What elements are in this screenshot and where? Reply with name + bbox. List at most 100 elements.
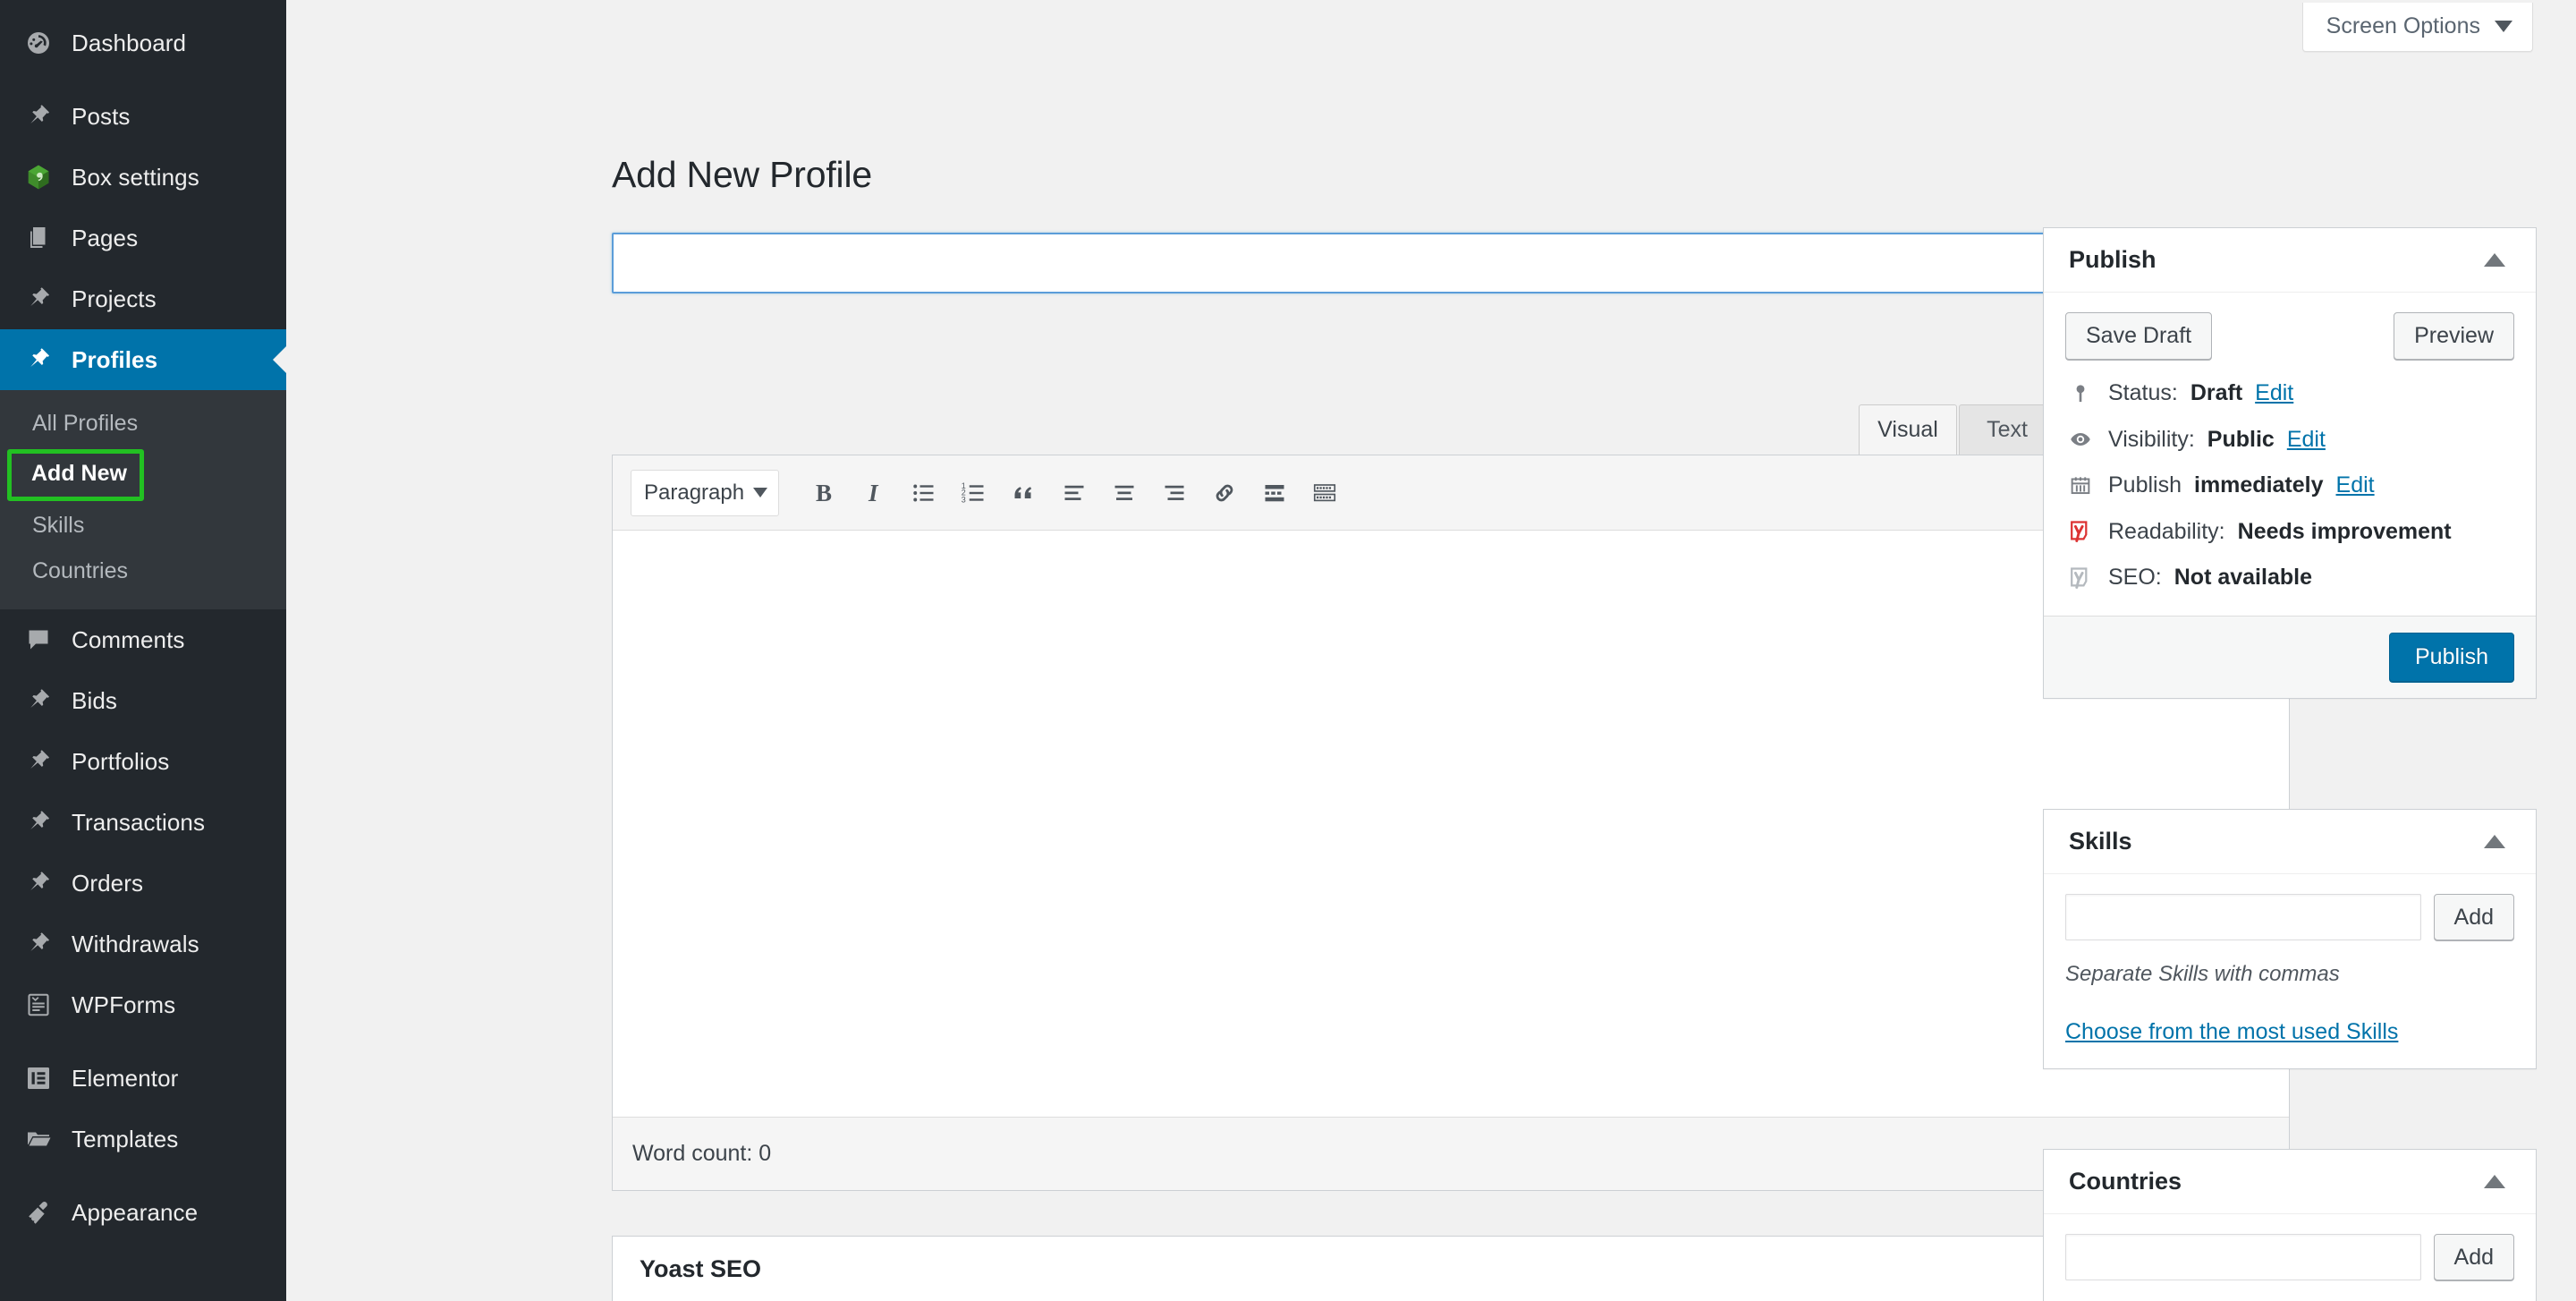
publish-status-row: Status: Draft Edit xyxy=(2044,370,2536,417)
admin-sidebar: Dashboard Posts Box settings Pages Proje… xyxy=(0,0,286,1301)
sidebar-item-posts[interactable]: Posts xyxy=(0,86,286,147)
toolbar-toggle-icon[interactable] xyxy=(1300,468,1350,518)
skills-input[interactable] xyxy=(2065,894,2421,940)
countries-add-button[interactable]: Add xyxy=(2433,1234,2514,1280)
sidebar-item-box-settings[interactable]: Box settings xyxy=(0,147,286,208)
sidebar-item-wpforms[interactable]: WPForms xyxy=(0,974,286,1035)
sidebar-item-label: Posts xyxy=(72,102,131,130)
publish-date-edit-link[interactable]: Edit xyxy=(2336,469,2375,503)
sidebar-divider xyxy=(0,73,286,86)
screen-options-label: Screen Options xyxy=(2326,13,2480,38)
align-left-icon[interactable] xyxy=(1049,468,1099,518)
sidebar-item-add-new[interactable]: Add New xyxy=(7,448,144,501)
svg-text:3: 3 xyxy=(962,495,966,504)
brush-icon xyxy=(20,1194,57,1231)
green-cube-icon xyxy=(20,158,57,196)
publish-seo-prefix: SEO: xyxy=(2108,565,2162,590)
sidebar-item-comments[interactable]: Comments xyxy=(0,609,286,670)
sidebar-item-all-profiles[interactable]: All Profiles xyxy=(0,401,286,447)
publish-visibility-edit-link[interactable]: Edit xyxy=(2287,423,2326,457)
publish-date-row: Publish immediately Edit xyxy=(2044,463,2536,509)
countries-input[interactable] xyxy=(2065,1234,2421,1280)
sidebar-item-label: Profiles xyxy=(72,345,158,373)
editor-content-area[interactable] xyxy=(613,531,2289,1117)
pin-icon xyxy=(20,98,57,135)
sidebar-item-elementor[interactable]: Elementor xyxy=(0,1048,286,1109)
skills-metabox-title: Skills xyxy=(2069,828,2132,855)
sidebar-item-label: Dashboard xyxy=(72,29,187,56)
sidebar-item-appearance[interactable]: Appearance xyxy=(0,1182,286,1243)
editor-status-bar: Word count: 0 xyxy=(613,1117,2289,1190)
countries-metabox-toggle[interactable] xyxy=(2479,1169,2511,1194)
publish-readability-row: Readability: Needs improvement xyxy=(2044,509,2536,556)
sidebar-item-withdrawals[interactable]: Withdrawals xyxy=(0,914,286,974)
sidebar-item-label: Portfolios xyxy=(72,747,170,775)
countries-metabox-header: Countries xyxy=(2044,1150,2536,1214)
countries-metabox-body: Add xyxy=(2044,1214,2536,1301)
blockquote-icon[interactable] xyxy=(999,468,1049,518)
align-right-icon[interactable] xyxy=(1149,468,1199,518)
sidebar-item-projects[interactable]: Projects xyxy=(0,268,286,329)
elementor-icon xyxy=(20,1059,57,1097)
countries-metabox-title: Countries xyxy=(2069,1168,2182,1195)
sidebar-item-orders[interactable]: Orders xyxy=(0,853,286,914)
sidebar-item-pages[interactable]: Pages xyxy=(0,208,286,268)
sidebar-item-label: Pages xyxy=(72,224,139,251)
svg-text:B: B xyxy=(816,480,832,506)
bulleted-list-icon[interactable] xyxy=(899,468,949,518)
sidebar-item-profiles[interactable]: Profiles xyxy=(0,329,286,390)
yoast-seo-metabox: Yoast SEO xyxy=(612,1236,2290,1301)
preview-button[interactable]: Preview xyxy=(2394,312,2514,360)
countries-metabox: Countries Add xyxy=(2043,1149,2537,1301)
publish-button[interactable]: Publish xyxy=(2389,632,2514,682)
publish-readability-value: Needs improvement xyxy=(2237,518,2452,544)
chevron-up-icon xyxy=(2484,1175,2505,1188)
chevron-up-icon xyxy=(2484,253,2505,267)
publish-seo-row: SEO: Not available xyxy=(2044,555,2536,601)
sidebar-item-templates[interactable]: Templates xyxy=(0,1109,286,1169)
pin-icon xyxy=(20,743,57,780)
read-more-icon[interactable] xyxy=(1250,468,1300,518)
dashboard-icon xyxy=(20,24,57,62)
publish-metabox-header: Publish xyxy=(2044,228,2536,293)
skills-metabox-toggle[interactable] xyxy=(2479,829,2511,854)
sidebar-item-bids[interactable]: Bids xyxy=(0,670,286,731)
bold-icon[interactable]: B xyxy=(799,468,849,518)
sidebar-item-countries[interactable]: Countries xyxy=(0,548,286,595)
publish-visibility-value: Public xyxy=(2207,426,2275,452)
publish-metabox-toggle[interactable] xyxy=(2479,248,2511,272)
tab-visual[interactable]: Visual xyxy=(1859,404,1957,455)
pin-icon xyxy=(20,682,57,719)
post-title-input[interactable] xyxy=(612,233,2290,293)
align-center-icon[interactable] xyxy=(1099,468,1149,518)
sidebar-item-label: Transactions xyxy=(72,808,206,836)
save-draft-button[interactable]: Save Draft xyxy=(2065,312,2213,360)
publish-status-value: Draft xyxy=(2190,380,2243,405)
tab-text[interactable]: Text xyxy=(1959,404,2055,455)
sidebar-item-label: Orders xyxy=(72,869,144,897)
sidebar-item-transactions[interactable]: Transactions xyxy=(0,792,286,853)
pages-icon xyxy=(20,219,57,257)
sidebar-item-dashboard[interactable]: Dashboard xyxy=(0,13,286,73)
pin-icon xyxy=(20,864,57,902)
sidebar-item-label: WPForms xyxy=(72,991,176,1018)
publish-seo-value: Not available xyxy=(2174,565,2312,590)
publish-visibility-row: Visibility: Public Edit xyxy=(2044,417,2536,463)
skills-add-button[interactable]: Add xyxy=(2433,894,2514,940)
paragraph-format-select[interactable]: Paragraph xyxy=(631,469,779,516)
sidebar-item-label: Projects xyxy=(72,285,157,312)
sidebar-item-skills[interactable]: Skills xyxy=(0,503,286,549)
screen-options-button[interactable]: Screen Options xyxy=(2301,3,2533,52)
italic-icon[interactable]: I xyxy=(849,468,899,518)
chevron-down-icon xyxy=(753,488,767,497)
numbered-list-icon[interactable]: 1 2 3 xyxy=(949,468,999,518)
eye-icon xyxy=(2065,427,2096,452)
content-editor: Paragraph B I 1 2 3 Word count: 0 xyxy=(612,455,2290,1191)
publish-status-edit-link[interactable]: Edit xyxy=(2255,377,2293,411)
sidebar-item-label: Bids xyxy=(72,686,117,714)
choose-most-used-skills-link[interactable]: Choose from the most used Skills xyxy=(2065,1019,2514,1045)
publish-readability-prefix: Readability: xyxy=(2108,518,2225,544)
link-icon[interactable] xyxy=(1199,468,1250,518)
sidebar-item-portfolios[interactable]: Portfolios xyxy=(0,731,286,792)
chevron-up-icon xyxy=(2484,835,2505,848)
